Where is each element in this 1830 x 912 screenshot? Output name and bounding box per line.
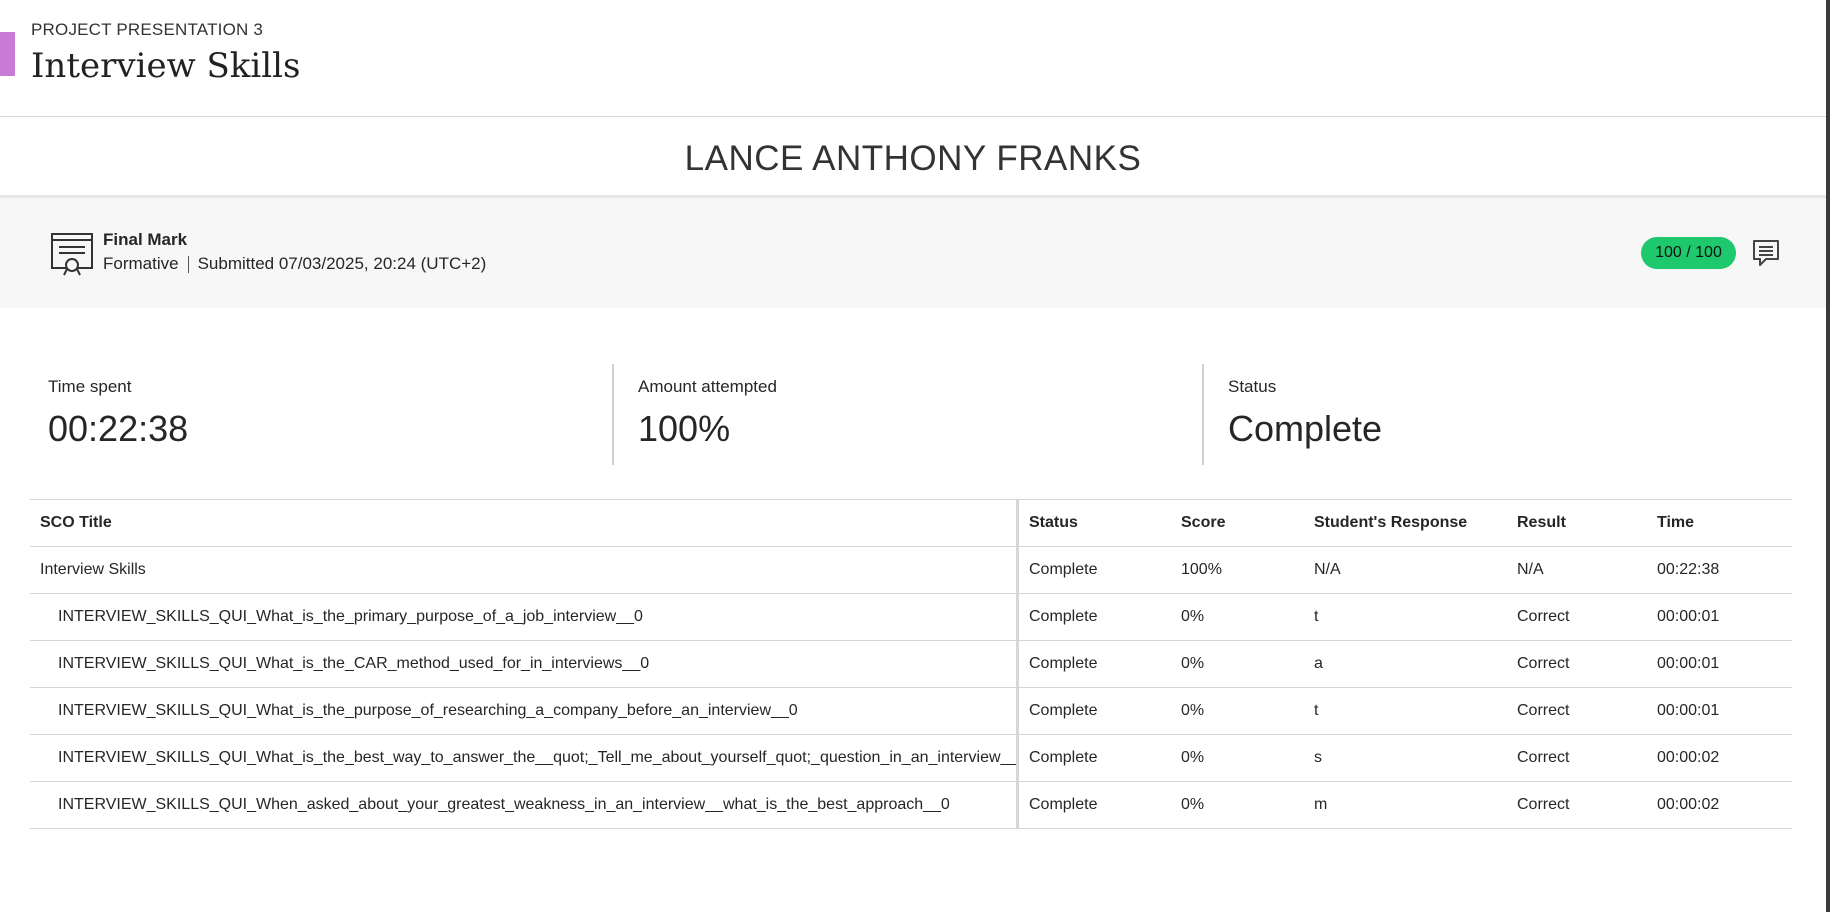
divider: [187, 255, 189, 273]
cell-score: 0%: [1171, 687, 1304, 735]
cell-result: Correct: [1507, 640, 1647, 688]
table-row: INTERVIEW_SKILLS_QUI_What_is_the_primary…: [30, 593, 1792, 641]
header-score: Score: [1171, 499, 1304, 547]
cell-score: 0%: [1171, 593, 1304, 641]
cell-score: 0%: [1171, 781, 1304, 829]
certificate-icon: [50, 230, 94, 276]
table-header-row: SCO Title Status Score Student's Respons…: [30, 499, 1792, 547]
cell-response: N/A: [1304, 546, 1507, 594]
stat-status: Status Complete: [1202, 364, 1792, 465]
cell-result: N/A: [1507, 546, 1647, 594]
final-mark-title: Final Mark: [103, 230, 188, 249]
assessment-type: Formative: [103, 254, 179, 273]
cell-status: Complete: [1017, 546, 1171, 594]
page-subtitle: PROJECT PRESENTATION 3: [31, 20, 264, 39]
cell-response: a: [1304, 640, 1507, 688]
comment-icon[interactable]: [1751, 238, 1781, 268]
table-row: Interview Skills Complete 100% N/A N/A 0…: [30, 546, 1792, 594]
cell-response: m: [1304, 781, 1507, 829]
cell-status: Complete: [1017, 734, 1171, 782]
cell-response: s: [1304, 734, 1507, 782]
page: PROJECT PRESENTATION 3 Interview Skills …: [0, 0, 1830, 912]
student-name: LANCE ANTHONY FRANKS: [684, 139, 1142, 178]
window-edge: [1826, 0, 1830, 912]
table-row: INTERVIEW_SKILLS_QUI_When_asked_about_yo…: [30, 781, 1792, 829]
cell-response: t: [1304, 687, 1507, 735]
cell-status: Complete: [1017, 593, 1171, 641]
stat-label: Time spent: [48, 377, 132, 396]
final-mark-panel: Final Mark Formative Submitted 07/03/202…: [0, 198, 1826, 308]
cell-result: Correct: [1507, 593, 1647, 641]
header-response: Student's Response: [1304, 499, 1507, 547]
attempt-stats: Time spent 00:22:38 Amount attempted 100…: [30, 364, 1792, 465]
cell-time: 00:00:01: [1647, 687, 1792, 735]
stat-value: 100%: [638, 408, 731, 449]
cell-status: Complete: [1017, 640, 1171, 688]
cell-sco-title: INTERVIEW_SKILLS_QUI_What_is_the_primary…: [30, 593, 1019, 641]
page-title: Interview Skills: [31, 46, 301, 86]
stat-label: Status: [1228, 377, 1277, 396]
cell-score: 100%: [1171, 546, 1304, 594]
page-header: PROJECT PRESENTATION 3 Interview Skills: [0, 0, 1826, 117]
cell-result: Correct: [1507, 781, 1647, 829]
cell-time: 00:00:02: [1647, 734, 1792, 782]
sco-table-container: SCO Title Status Score Student's Respons…: [30, 499, 1792, 829]
cell-result: Correct: [1507, 734, 1647, 782]
header-status: Status: [1017, 499, 1171, 547]
table-row: INTERVIEW_SKILLS_QUI_What_is_the_purpose…: [30, 687, 1792, 735]
table-row: INTERVIEW_SKILLS_QUI_What_is_the_CAR_met…: [30, 640, 1792, 688]
stat-amount-attempted: Amount attempted 100%: [612, 364, 1202, 465]
cell-time: 00:00:01: [1647, 593, 1792, 641]
table-row: INTERVIEW_SKILLS_QUI_What_is_the_best_wa…: [30, 734, 1792, 782]
cell-score: 0%: [1171, 734, 1304, 782]
final-mark-meta: Formative Submitted 07/03/2025, 20:24 (U…: [103, 254, 486, 274]
cell-status: Complete: [1017, 781, 1171, 829]
cell-status: Complete: [1017, 687, 1171, 735]
header-time: Time: [1647, 499, 1792, 547]
header-result: Result: [1507, 499, 1647, 547]
cell-time: 00:22:38: [1647, 546, 1792, 594]
cell-result: Correct: [1507, 687, 1647, 735]
header-sco-title: SCO Title: [30, 499, 1019, 547]
submission-date: Submitted 07/03/2025, 20:24 (UTC+2): [197, 254, 487, 273]
cell-sco-title: INTERVIEW_SKILLS_QUI_What_is_the_CAR_met…: [30, 640, 1019, 688]
stat-label: Amount attempted: [638, 377, 777, 396]
grade-pill: 100 / 100: [1641, 237, 1736, 269]
student-banner: LANCE ANTHONY FRANKS: [0, 117, 1826, 198]
cell-sco-title: INTERVIEW_SKILLS_QUI_When_asked_about_yo…: [30, 781, 1019, 829]
cell-sco-title: Interview Skills: [30, 546, 1019, 594]
cell-sco-title: INTERVIEW_SKILLS_QUI_What_is_the_best_wa…: [30, 734, 1019, 782]
stat-time-spent: Time spent 00:22:38: [30, 364, 612, 465]
sco-table: SCO Title Status Score Student's Respons…: [30, 499, 1792, 829]
cell-sco-title: INTERVIEW_SKILLS_QUI_What_is_the_purpose…: [30, 687, 1019, 735]
cell-time: 00:00:02: [1647, 781, 1792, 829]
cell-response: t: [1304, 593, 1507, 641]
cell-score: 0%: [1171, 640, 1304, 688]
cell-time: 00:00:01: [1647, 640, 1792, 688]
stat-value: 00:22:38: [48, 408, 189, 449]
stat-value: Complete: [1228, 408, 1383, 449]
